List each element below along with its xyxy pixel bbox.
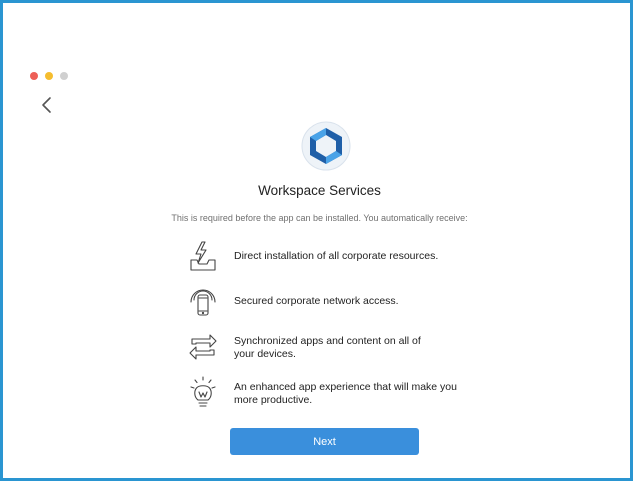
feature-text-line: more productive. [234,394,313,406]
feature-item-direct-installation: Direct installation of all corporate res… [186,239,486,275]
zoom-window-button[interactable] [60,72,68,80]
lightbulb-icon [186,376,220,410]
minimize-window-button[interactable] [45,72,53,80]
feature-text-line: Synchronized apps and content on all of [234,335,421,347]
workspace-services-logo-icon [301,121,351,171]
feature-item-enhanced-experience: An enhanced app experience that will mak… [186,376,486,412]
feature-text-line: your devices. [234,348,296,360]
feature-item-synchronized-apps: Synchronized apps and content on all of … [186,330,486,366]
sync-arrows-icon [186,330,220,364]
tray-lightning-icon [186,239,220,273]
chevron-left-icon [42,97,51,113]
close-window-button[interactable] [30,72,38,80]
feature-item-network-access: Secured corporate network access. [186,284,486,320]
feature-text: Secured corporate network access. [234,295,399,307]
feature-text: Direct installation of all corporate res… [234,250,439,262]
next-button[interactable]: Next [230,428,419,455]
feature-text-line: An enhanced app experience that will mak… [234,381,457,393]
feature-text: An enhanced app experience that will mak… [234,381,474,407]
window-controls [30,72,68,80]
back-button[interactable] [39,95,57,115]
app-window: Workspace Services This is required befo… [0,0,633,481]
page-title: Workspace Services [258,183,381,198]
phone-signal-icon [186,284,220,318]
feature-text: Synchronized apps and content on all of … [234,335,474,361]
page-subtitle: This is required before the app can be i… [171,213,468,223]
